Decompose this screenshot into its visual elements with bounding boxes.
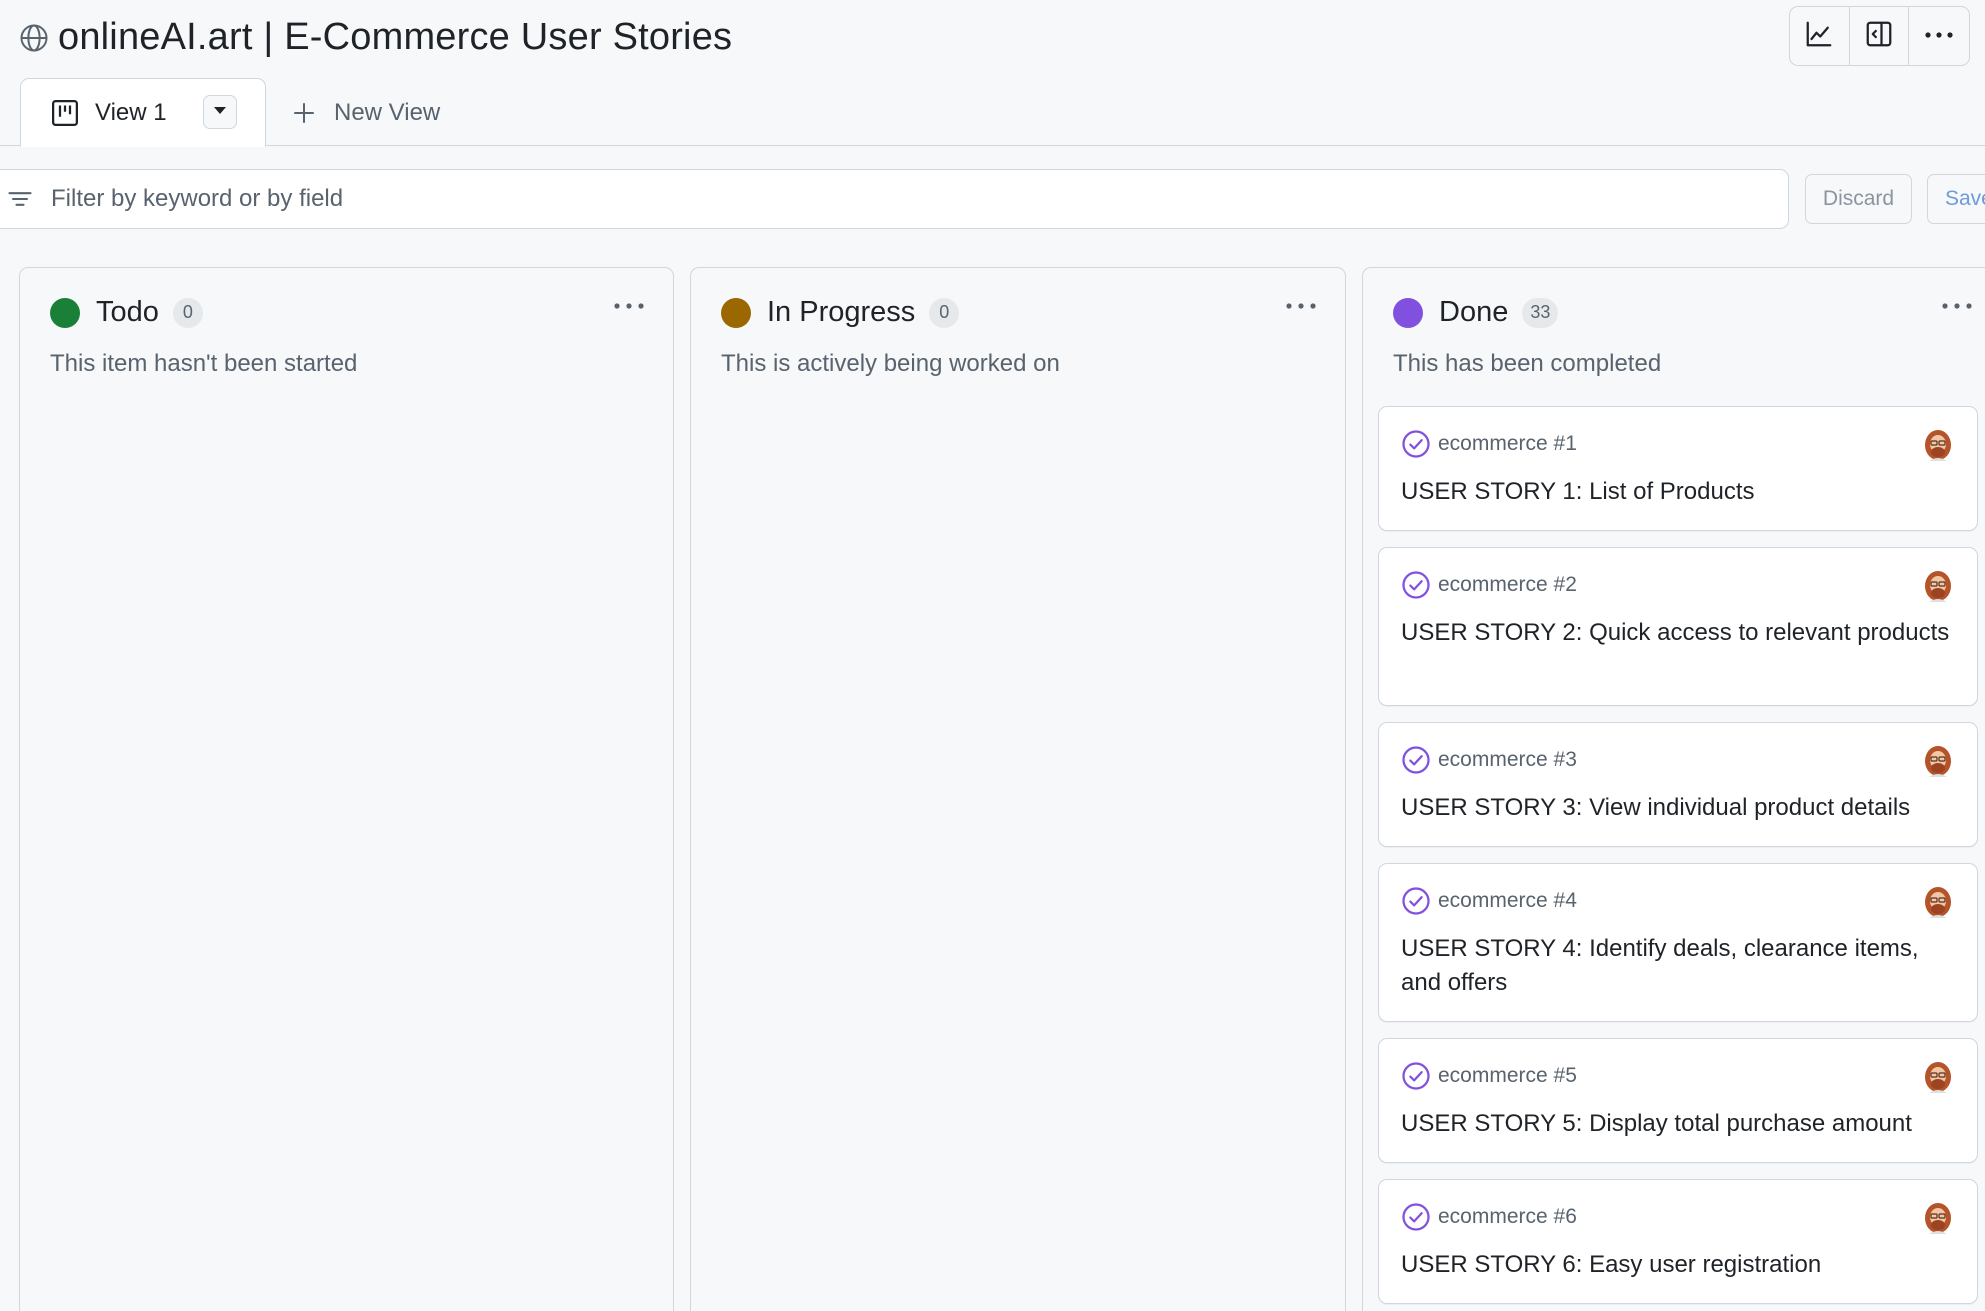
column-description: This has been completed — [1393, 350, 1662, 377]
issue-closed-icon — [1401, 570, 1431, 600]
card-meta: ecommerce #4 — [1401, 886, 1577, 916]
filter-input[interactable] — [51, 185, 1651, 213]
new-view-label: New View — [334, 99, 441, 126]
column-title: Todo — [96, 296, 159, 328]
issue-title[interactable]: USER STORY 3: View individual product de… — [1401, 791, 1961, 825]
card-meta: ecommerce #2 — [1401, 570, 1577, 600]
issue-reference[interactable]: ecommerce #2 — [1438, 573, 1577, 597]
column-in-progress: In Progress 0 This is actively being wor… — [690, 267, 1346, 1311]
issue-title[interactable]: USER STORY 2: Quick access to relevant p… — [1401, 616, 1961, 650]
filter-bar — [0, 169, 1789, 229]
graph-icon — [1804, 19, 1834, 54]
issue-card[interactable]: ecommerce #1 USER STORY 1: List of Produ… — [1378, 406, 1978, 531]
item-count-badge: 0 — [172, 297, 203, 328]
column-description: This item hasn't been started — [50, 350, 358, 377]
column-menu-button[interactable] — [1936, 290, 1978, 322]
new-view-button[interactable]: New View — [290, 94, 440, 132]
issue-reference[interactable]: ecommerce #5 — [1438, 1064, 1577, 1088]
sidebar-collapse-icon — [1864, 19, 1894, 54]
project-board-icon — [49, 97, 81, 129]
triangle-down-icon — [213, 103, 227, 121]
issue-card[interactable]: ecommerce #2 USER STORY 2: Quick access … — [1378, 547, 1978, 706]
column-header: Done 33 — [1393, 296, 1559, 329]
issue-card[interactable]: ecommerce #4 USER STORY 4: Identify deal… — [1378, 863, 1978, 1022]
assignee-avatar[interactable] — [1919, 1057, 1957, 1095]
column-title: Done — [1439, 296, 1509, 328]
column-menu-button[interactable] — [1280, 290, 1322, 322]
globe-icon — [18, 22, 50, 54]
more-options-button[interactable] — [1909, 7, 1969, 65]
issue-title[interactable]: USER STORY 4: Identify deals, clearance … — [1401, 932, 1961, 1000]
assignee-avatar[interactable] — [1919, 882, 1957, 920]
issue-closed-icon — [1401, 1202, 1431, 1232]
issue-card[interactable]: ecommerce #6 USER STORY 6: Easy user reg… — [1378, 1179, 1978, 1304]
title-wrap: onlineAI.art | E-Commerce User Stories — [18, 16, 732, 59]
issue-title[interactable]: USER STORY 1: List of Products — [1401, 475, 1961, 509]
tab-view-1[interactable]: View 1 — [20, 78, 266, 147]
card-meta: ecommerce #3 — [1401, 745, 1577, 775]
page-header: onlineAI.art | E-Commerce User Stories — [0, 0, 1985, 76]
header-actions — [1789, 6, 1970, 66]
page-title: onlineAI.art | E-Commerce User Stories — [58, 16, 733, 58]
project-board-page: onlineAI.art | E-Commerce User Stories V… — [0, 0, 1985, 1311]
status-dot-icon — [1393, 297, 1423, 328]
sidepanel-button[interactable] — [1850, 7, 1910, 65]
issue-closed-icon — [1401, 886, 1431, 916]
tab-label: View 1 — [95, 98, 167, 126]
issue-reference[interactable]: ecommerce #3 — [1438, 748, 1577, 772]
issue-closed-icon — [1401, 745, 1431, 775]
issue-title[interactable]: USER STORY 5: Display total purchase amo… — [1401, 1107, 1961, 1141]
insights-button[interactable] — [1790, 7, 1850, 65]
column-done: Done 33 This has been completed ecommerc… — [1362, 267, 1985, 1311]
column-description: This is actively being worked on — [721, 350, 1060, 377]
column-menu-button[interactable] — [608, 290, 650, 322]
view-tabs: View 1 New View — [0, 78, 1985, 147]
issue-title[interactable]: USER STORY 6: Easy user registration — [1401, 1248, 1961, 1282]
status-dot-icon — [721, 297, 751, 328]
filter-icon — [5, 184, 35, 214]
plus-icon — [290, 99, 318, 127]
assignee-avatar[interactable] — [1919, 566, 1957, 604]
view-options-dropdown[interactable] — [203, 95, 237, 129]
column-header: In Progress 0 — [721, 296, 960, 329]
discard-button[interactable]: Discard — [1805, 174, 1912, 224]
issue-card[interactable]: ecommerce #3 USER STORY 3: View individu… — [1378, 722, 1978, 847]
issue-closed-icon — [1401, 429, 1431, 459]
card-meta: ecommerce #6 — [1401, 1202, 1577, 1232]
card-meta: ecommerce #1 — [1401, 429, 1577, 459]
item-count-badge: 0 — [929, 297, 960, 328]
issue-reference[interactable]: ecommerce #1 — [1438, 432, 1577, 456]
assignee-avatar[interactable] — [1919, 741, 1957, 779]
issue-card[interactable]: ecommerce #5 USER STORY 5: Display total… — [1378, 1038, 1978, 1163]
column-title: In Progress — [767, 296, 916, 328]
assignee-avatar[interactable] — [1919, 1198, 1957, 1236]
status-dot-icon — [50, 297, 80, 328]
issue-reference[interactable]: ecommerce #4 — [1438, 889, 1577, 913]
save-button[interactable]: Save — [1927, 174, 1985, 224]
card-meta: ecommerce #5 — [1401, 1061, 1577, 1091]
issue-reference[interactable]: ecommerce #6 — [1438, 1205, 1577, 1229]
column-header: Todo 0 — [50, 296, 203, 329]
issue-closed-icon — [1401, 1061, 1431, 1091]
assignee-avatar[interactable] — [1919, 425, 1957, 463]
column-todo: Todo 0 This item hasn't been started — [19, 267, 674, 1311]
kebab-horizontal-icon — [1923, 27, 1955, 45]
item-count-badge: 33 — [1522, 297, 1559, 328]
